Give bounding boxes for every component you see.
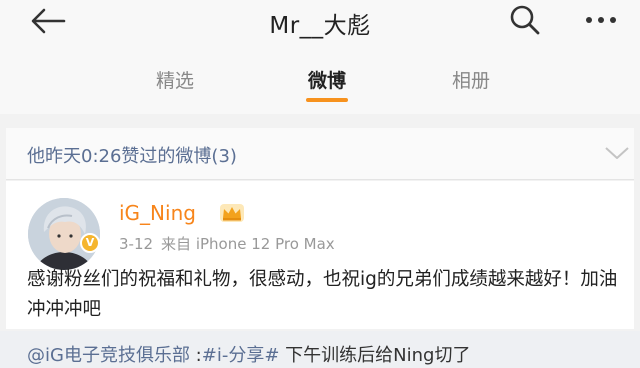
repost-preview[interactable]: @iG电子竞技俱乐部 :#i-分享# 下午训练后给Ning切了 [0,331,640,368]
tab-album[interactable]: 相册 [426,66,516,93]
post-source: 来自 iPhone 12 Pro Max [161,235,335,253]
profile-tabs: 精选 微博 相册 [0,44,640,114]
top-nav-bar: Mr__大彪 [0,0,640,44]
search-icon[interactable] [508,4,542,36]
page-title: Mr__大彪 [269,13,371,39]
post-meta: 3-12 来自 iPhone 12 Pro Max [119,233,335,254]
tab-weibo[interactable]: 微博 [282,66,372,93]
active-tab-indicator [306,98,348,102]
verified-badge-icon: V [80,233,100,253]
post-username[interactable]: iG_Ning [119,201,196,225]
repost-text: @iG电子竞技俱乐部 :#i-分享# 下午训练后给Ning切了 [27,341,470,367]
repost-hashtag-link[interactable]: #i-分享# [202,345,280,366]
repost-body: 下午训练后给Ning切了 [279,345,471,366]
liked-posts-header[interactable]: 他昨天0:26赞过的微博(3) [6,128,634,180]
post-date: 3-12 [119,235,154,253]
crown-icon [220,204,244,222]
chevron-down-icon[interactable] [604,144,630,162]
post-content: 感谢粉丝们的祝福和礼物，很感动，也祝ig的兄弟们成绩越来越好！加油冲冲冲吧 [27,269,618,320]
repost-separator: : [189,345,202,366]
more-dots-icon[interactable] [584,8,618,32]
weibo-post-card[interactable]: V iG_Ning 3-12 来自 iPhone 12 Pro Max 感谢粉丝们… [6,181,634,329]
liked-posts-label: 他昨天0:26赞过的微博(3) [27,146,237,167]
repost-mention-link[interactable]: @iG电子竞技俱乐部 [27,345,190,366]
tab-featured[interactable]: 精选 [130,66,220,93]
